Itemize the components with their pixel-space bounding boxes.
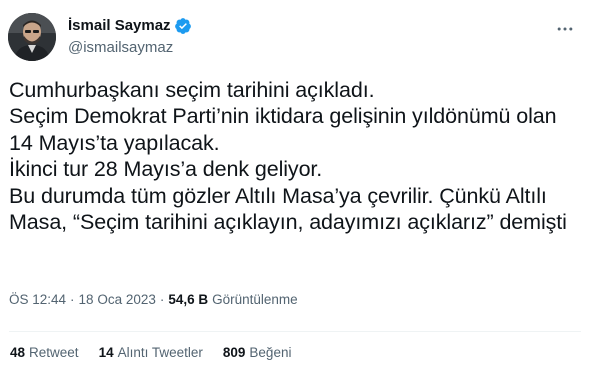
tweet-time[interactable]: ÖS 12:44 (9, 291, 66, 309)
quotes-link[interactable]: 14 Alıntı Tweetler (99, 344, 203, 362)
avatar[interactable] (8, 13, 56, 61)
tweet-card: İsmail Saymaz @ismailsaymaz Cumhurbaşkan… (0, 0, 590, 369)
author-names: İsmail Saymaz @ismailsaymaz (68, 16, 192, 58)
divider (9, 331, 581, 332)
views-label: Görüntülenme (212, 292, 298, 307)
meta-separator: · (70, 292, 75, 307)
quotes-label: Alıntı Tweetler (117, 345, 203, 360)
name-row: İsmail Saymaz (68, 16, 192, 36)
retweets-count: 48 (10, 345, 26, 360)
likes-link[interactable]: 809 Beğeni (223, 344, 292, 362)
meta-separator: · (159, 292, 165, 307)
more-options-icon (557, 27, 573, 31)
more-options-button[interactable] (551, 15, 579, 43)
author-display-name[interactable]: İsmail Saymaz (68, 16, 171, 36)
retweets-link[interactable]: 48 Retweet (10, 344, 79, 362)
views-count: 54,6 B (168, 292, 209, 307)
likes-label: Beğeni (249, 345, 292, 360)
avatar-image (8, 13, 56, 61)
tweet-header: İsmail Saymaz @ismailsaymaz (7, 9, 583, 65)
retweets-label: Retweet (29, 345, 79, 360)
author-handle[interactable]: @ismailsaymaz (68, 38, 192, 58)
tweet-date[interactable]: 18 Oca 2023 (79, 291, 156, 309)
verified-badge-icon (174, 17, 192, 35)
tweet-text: Cumhurbaşkanı seçim tarihini açıkladı. S… (9, 78, 567, 235)
likes-count: 809 (222, 345, 246, 360)
quotes-count: 14 (98, 345, 114, 360)
tweet-meta: ÖS 12:44 · 18 Oca 2023 · 54,6 B Görüntül… (9, 291, 298, 309)
tweet-stats: 48 Retweet 14 Alıntı Tweetler 809 Beğeni (10, 344, 311, 362)
